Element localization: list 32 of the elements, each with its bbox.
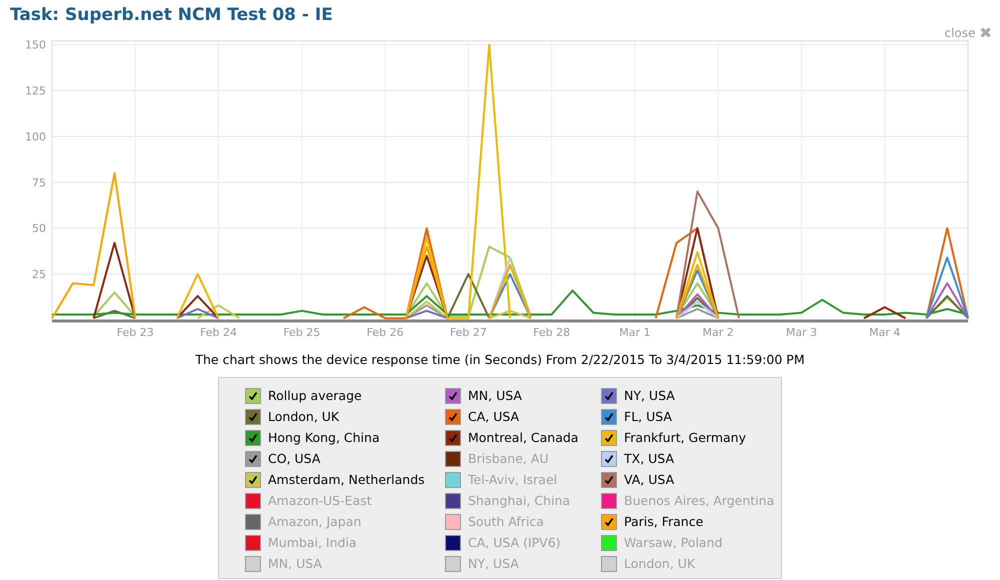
x-tick-label: Feb 26 (366, 326, 404, 338)
legend-label[interactable]: Frankfurt, Germany (624, 428, 746, 448)
y-tick-label: 75 (32, 176, 46, 189)
legend-label[interactable]: Rollup average (268, 386, 362, 406)
legend-label[interactable]: Hong Kong, China (268, 428, 380, 448)
legend-label[interactable]: MN, USA (468, 386, 522, 406)
legend-label[interactable]: FL, USA (624, 408, 672, 427)
x-tick-label: Mar 3 (786, 326, 818, 338)
y-tick-label: 100 (25, 130, 46, 143)
legend-label[interactable]: Paris, France (624, 512, 704, 532)
legend-label[interactable]: TX, USA (624, 450, 674, 469)
x-tick-label: Feb 24 (200, 326, 238, 338)
legend-label[interactable]: VA, USA (624, 470, 674, 490)
x-tick-label: Feb 28 (533, 326, 570, 338)
legend-label[interactable]: CA, USA (468, 408, 520, 427)
x-tick-label: Feb 27 (450, 326, 487, 338)
legend-label[interactable]: NY, USA (624, 386, 675, 406)
legend-label[interactable]: Montreal, Canada (468, 428, 578, 448)
x-tick-label: Mar 1 (619, 326, 651, 338)
y-tick-label: 125 (25, 84, 46, 98)
chart-caption: The chart shows the device response time (in Seconds) From 2/22/2015 To 3/4/2015 11:59:00 PM (194, 350, 806, 369)
x-tick-label: Feb 25 (283, 326, 320, 338)
legend-label[interactable]: CO, USA (268, 450, 320, 469)
y-tick-label: 150 (25, 38, 46, 52)
x-tick-label: Feb 23 (116, 326, 154, 338)
legend-label[interactable]: Amsterdam, Netherlands (268, 470, 425, 490)
x-tick-label: Mar 2 (702, 326, 734, 338)
x-tick-label: Mar 4 (869, 326, 900, 338)
y-tick-label: 50 (32, 222, 46, 235)
legend-label[interactable]: London, UK (268, 408, 340, 427)
page-title: Task: Superb.net NCM Test 08 - IE (10, 4, 333, 27)
y-tick-label: 25 (32, 268, 46, 281)
